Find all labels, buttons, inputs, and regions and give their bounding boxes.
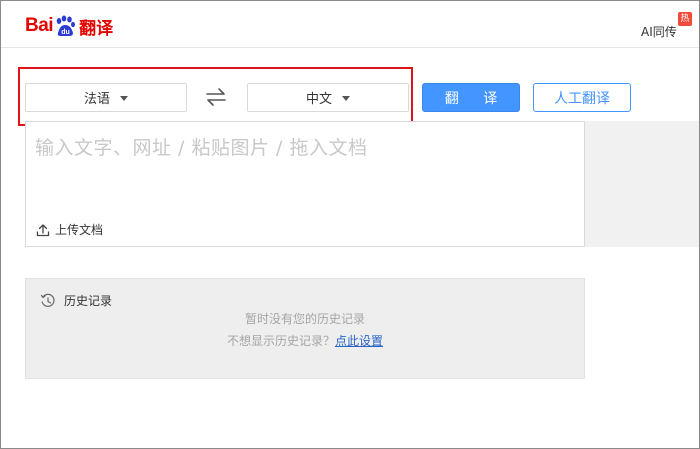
history-title: 历史记录 <box>64 294 113 308</box>
top-header: Bai du 翻译 AI同传 热 <box>1 1 699 48</box>
logo-text-fanyi: 翻译 <box>79 18 114 39</box>
history-panel: 历史记录 暂时没有您的历史记录 不想显示历史记录？点此设置 <box>25 278 585 379</box>
history-empty-text: 暂时没有您的历史记录 <box>244 312 365 326</box>
translate-button[interactable]: 翻 译 <box>422 83 520 112</box>
logo-text-bai: Bai <box>25 15 54 36</box>
logo-text-du: du <box>61 29 70 36</box>
ai-interpretation-link[interactable]: AI同传 <box>641 23 677 40</box>
upload-document-label: 上传文档 <box>55 223 104 237</box>
baidu-fanyi-logo[interactable]: Bai du 翻译 <box>25 15 114 39</box>
history-settings-link[interactable]: 点此设置 <box>335 334 383 348</box>
history-hide-prompt: 不想显示历史记录？点此设置 <box>26 332 584 349</box>
hot-badge: 热 <box>678 12 692 26</box>
upload-document-button[interactable]: 上传文档 <box>36 221 103 238</box>
history-hide-text: 不想显示历史记录？ <box>226 334 335 348</box>
history-header: 历史记录 <box>40 292 112 309</box>
source-text-input[interactable]: 输入文字、网址 / 粘贴图片 / 拖入文档 上传文档 <box>25 121 585 247</box>
human-translate-button[interactable]: 人工翻译 <box>533 83 631 112</box>
translation-output-panel <box>585 121 699 247</box>
history-clock-icon <box>40 293 55 307</box>
paw-icon: du <box>54 15 76 37</box>
app-window: Bai du 翻译 AI同传 热 法语 中文 翻 译 人工翻译 输入文字、网址 … <box>0 0 700 449</box>
upload-icon <box>36 223 50 236</box>
language-selector-highlight <box>18 67 413 126</box>
input-placeholder: 输入文字、网址 / 粘贴图片 / 拖入文档 <box>35 137 368 159</box>
